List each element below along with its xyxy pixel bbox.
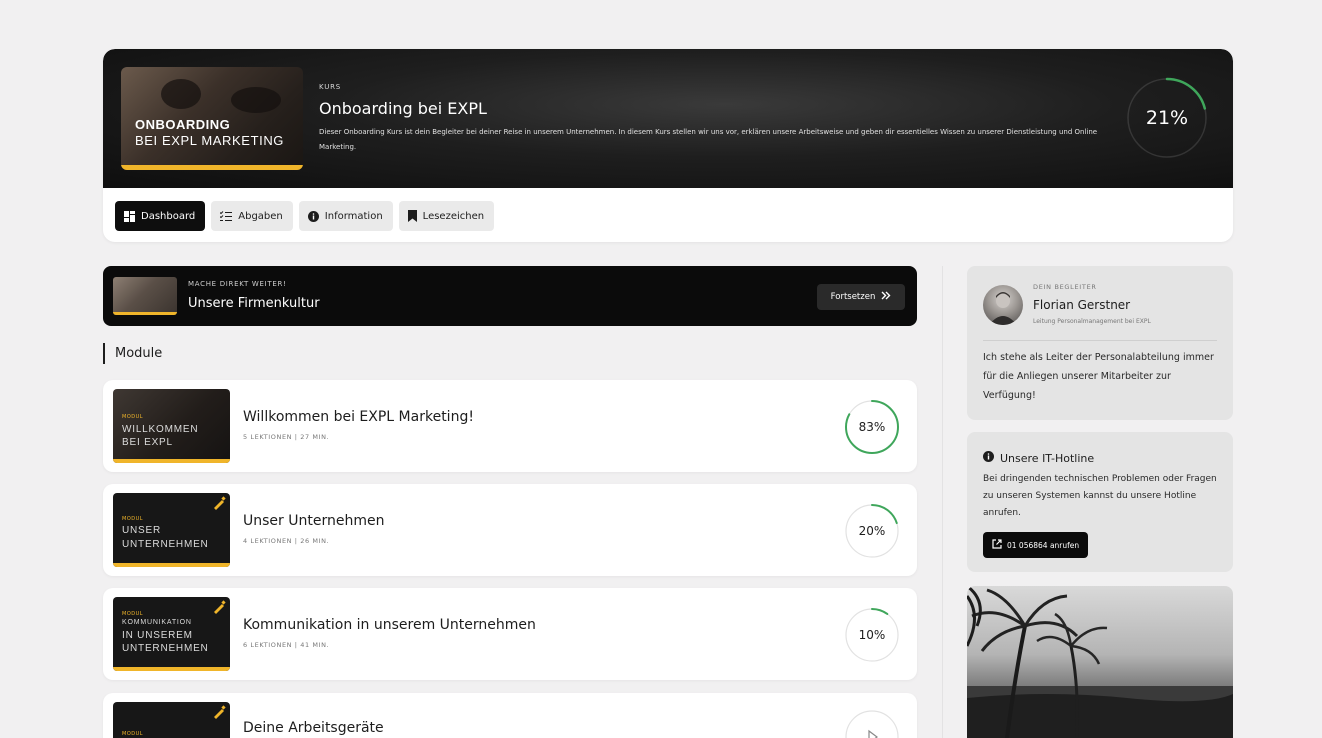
tab-information[interactable]: Information [298, 201, 393, 231]
module-progress-ring: 83% [843, 398, 901, 456]
checklist-icon [220, 210, 233, 222]
tab-information-label: Information [324, 210, 383, 222]
module-thumbnail-kicker: MODUL [122, 611, 144, 617]
module-thumbnail-line2: BEI EXPL [122, 437, 173, 448]
course-progress-ring: 21% [1125, 76, 1209, 160]
module-thumbnail-kicker: MODUL [122, 731, 144, 737]
module-thumbnail: MODUL [113, 702, 230, 738]
continue-lesson-thumbnail [113, 277, 177, 315]
beach-palm-image [967, 586, 1233, 738]
module-title: Deine Arbeitsgeräte [243, 720, 384, 736]
module-title: Kommunikation in unserem Unternehmen [243, 617, 536, 633]
module-thumbnail: MODUL UNSER UNTERNEHMEN [113, 493, 230, 567]
course-description: Dieser Onboarding Kurs ist dein Begleite… [319, 128, 1098, 151]
module-thumbnail-line0: KOMMUNIKATION [122, 619, 192, 626]
course-hero-banner: ONBOARDING BEI EXPL MARKETING KURS Onboa… [103, 49, 1233, 188]
course-title: Onboarding bei EXPL [319, 99, 487, 118]
hotline-title-label: Unsere IT-Hotline [1000, 451, 1095, 465]
module-progress-ring: 20% [843, 502, 901, 560]
module-thumbnail-kicker: MODUL [122, 516, 144, 522]
continue-button[interactable]: Fortsetzen [817, 284, 905, 310]
module-meta: 6 LEKTIONEN | 41 MIN. [243, 641, 330, 649]
module-progress-ring: 10% [843, 606, 901, 664]
mentor-message: Ich stehe als Leiter der Personalabteilu… [983, 352, 1214, 401]
module-title: Willkommen bei EXPL Marketing! [243, 409, 474, 425]
bookmark-icon [407, 210, 417, 222]
module-meta: 5 LEKTIONEN | 27 MIN. [243, 433, 330, 441]
mentor-role: Leitung Personalmanagement bei EXPL [1033, 318, 1151, 325]
mentor-card: DEIN BEGLEITER Florian Gerstner Leitung … [967, 266, 1233, 420]
module-thumbnail: MODUL KOMMUNIKATION IN UNSEREM UNTERNEHM… [113, 597, 230, 671]
modules-section-title: Module [103, 343, 162, 364]
it-hotline-card: Unsere IT-Hotline Bei dringenden technis… [967, 432, 1233, 572]
hotline-call-button[interactable]: 01 056864 anrufen [983, 532, 1089, 558]
module-thumbnail-kicker: MODUL [122, 414, 144, 420]
info-icon [983, 451, 994, 465]
mentor-name: Florian Gerstner [1033, 298, 1131, 312]
avatar [983, 285, 1023, 325]
module-thumbnail-line1: WILLKOMMEN [122, 424, 199, 435]
module-thumbnail-line2: UNTERNEHMEN [122, 539, 209, 550]
tab-lesezeichen[interactable]: Lesezeichen [398, 201, 495, 231]
course-thumbnail: ONBOARDING BEI EXPL MARKETING [121, 67, 303, 170]
pen-icon [214, 496, 226, 510]
hotline-title: Unsere IT-Hotline [983, 451, 1094, 465]
pen-icon [214, 600, 226, 614]
module-card-arbeitsgeraete[interactable]: MODUL Deine Arbeitsgeräte [103, 693, 917, 738]
course-thumbnail-line2: BEI EXPL MARKETING [135, 133, 285, 148]
tab-dashboard-label: Dashboard [141, 210, 196, 222]
module-card-willkommen[interactable]: MODUL WILLKOMMEN BEI EXPL Willkommen bei… [103, 380, 917, 472]
continue-learning-banner[interactable]: MACHE DIREKT WEITER! Unsere Firmenkultur… [103, 266, 917, 326]
course-progress-label: 21% [1145, 107, 1189, 129]
module-progress-label: 83% [858, 420, 886, 434]
hotline-call-label: 01 056864 anrufen [1007, 540, 1080, 550]
mentor-divider [983, 340, 1217, 341]
course-header-card: ONBOARDING BEI EXPL MARKETING KURS Onboa… [103, 49, 1233, 242]
tab-abgaben[interactable]: Abgaben [211, 201, 293, 231]
external-link-icon [992, 539, 1002, 551]
module-thumbnail-line2: UNTERNEHMEN [122, 643, 209, 654]
module-progress-label: 20% [858, 524, 886, 538]
pen-icon [214, 705, 226, 719]
module-thumbnail-line1: IN UNSEREM [122, 630, 193, 641]
mentor-kicker: DEIN BEGLEITER [1033, 283, 1097, 291]
continue-lesson-title: Unsere Firmenkultur [188, 296, 320, 311]
tab-dashboard[interactable]: Dashboard [115, 201, 206, 231]
module-progress-label: 10% [858, 628, 886, 642]
module-meta: 4 LEKTIONEN | 26 MIN. [243, 537, 330, 545]
tab-abgaben-label: Abgaben [238, 210, 283, 222]
module-card-kommunikation[interactable]: MODUL KOMMUNIKATION IN UNSEREM UNTERNEHM… [103, 588, 917, 680]
dashboard-icon [124, 210, 135, 222]
column-divider [942, 266, 943, 738]
course-kicker: KURS [319, 83, 342, 91]
module-title: Unser Unternehmen [243, 513, 385, 529]
continue-kicker: MACHE DIREKT WEITER! [188, 280, 287, 288]
module-thumbnail: MODUL WILLKOMMEN BEI EXPL [113, 389, 230, 463]
continue-button-label: Fortsetzen [830, 292, 876, 302]
tab-lesezeichen-label: Lesezeichen [422, 210, 485, 222]
course-thumbnail-line1: ONBOARDING [135, 117, 231, 132]
double-chevron-right-icon [881, 291, 891, 303]
module-card-unser-unternehmen[interactable]: MODUL UNSER UNTERNEHMEN Unser Unternehme… [103, 484, 917, 576]
module-play-button[interactable] [843, 708, 901, 738]
hotline-description: Bei dringenden technischen Problemen ode… [983, 474, 1217, 518]
info-icon [307, 210, 319, 222]
course-tab-bar: Dashboard Abgaben Information Lesezeiche… [115, 201, 495, 231]
module-thumbnail-line1: UNSER [122, 525, 162, 536]
